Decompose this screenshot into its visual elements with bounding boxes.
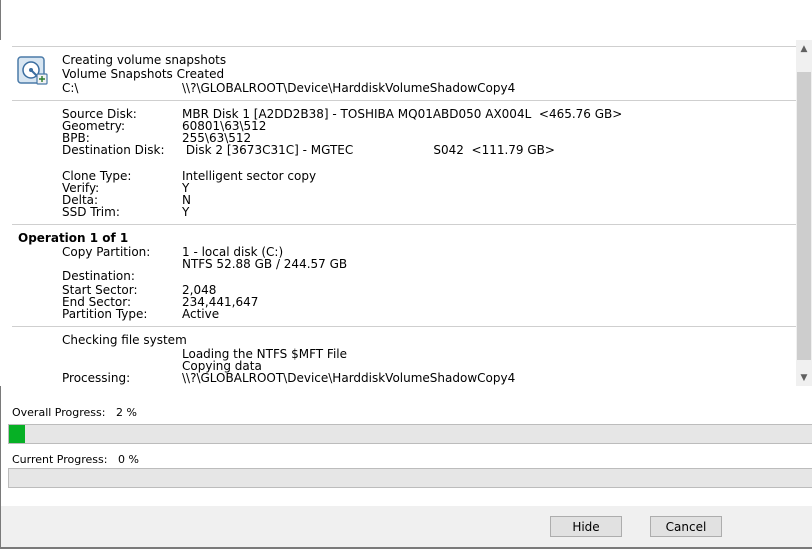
overall-progress-fill [9, 425, 25, 443]
log-panel[interactable]: Creating volume snapshots Volume Snapsho… [0, 40, 812, 386]
separator [12, 224, 796, 225]
checking-title: Checking file system [62, 333, 187, 347]
destination-disk-label: Destination Disk: [62, 143, 165, 157]
log-content: Creating volume snapshots Volume Snapsho… [0, 40, 796, 386]
disk-clone-icon [17, 56, 49, 86]
clone-type-value: Intelligent sector copy [182, 169, 317, 183]
chevron-down-icon[interactable]: ▼ [796, 369, 812, 386]
processing-label: Processing: [62, 371, 131, 385]
filesystem-value: NTFS 52.88 GB / 244.57 GB [182, 257, 348, 271]
separator [12, 46, 796, 47]
log-scrollbar[interactable]: ▲ ▼ [796, 40, 812, 386]
scroll-thumb[interactable] [797, 72, 811, 360]
current-progress-label: Current Progress: 0 % [12, 453, 139, 466]
separator [12, 326, 796, 327]
snapshot-path: \\?\GLOBALROOT\Device\HarddiskVolumeShad… [182, 81, 516, 95]
overall-progress-bar [8, 424, 812, 444]
cancel-button[interactable]: Cancel [650, 516, 722, 537]
destination-label: Destination: [62, 269, 135, 283]
overall-progress-label: Overall Progress: 2 % [12, 406, 137, 419]
operation-heading: Operation 1 of 1 [18, 231, 129, 245]
ssd-trim-value: Y [182, 205, 190, 219]
chevron-up-icon[interactable]: ▲ [796, 40, 812, 57]
processing-value: \\?\GLOBALROOT\Device\HarddiskVolumeShad… [182, 371, 516, 385]
hide-button[interactable]: Hide [550, 516, 622, 537]
separator [12, 100, 796, 101]
snapshot-status: Volume Snapshots Created [62, 67, 225, 81]
button-bar: Hide Cancel [1, 506, 812, 547]
snapshot-drive: C:\ [62, 81, 79, 95]
copy-partition-label: Copy Partition: [62, 245, 151, 259]
ssd-trim-label: SSD Trim: [62, 205, 120, 219]
partition-type-label: Partition Type: [62, 307, 148, 321]
destination-disk-value: Disk 2 [3673C31C] - MGTEC S042 <111.79 G… [182, 143, 555, 157]
partition-type-value: Active [182, 307, 220, 321]
snapshot-title: Creating volume snapshots [62, 53, 227, 67]
current-progress-bar [8, 468, 812, 488]
